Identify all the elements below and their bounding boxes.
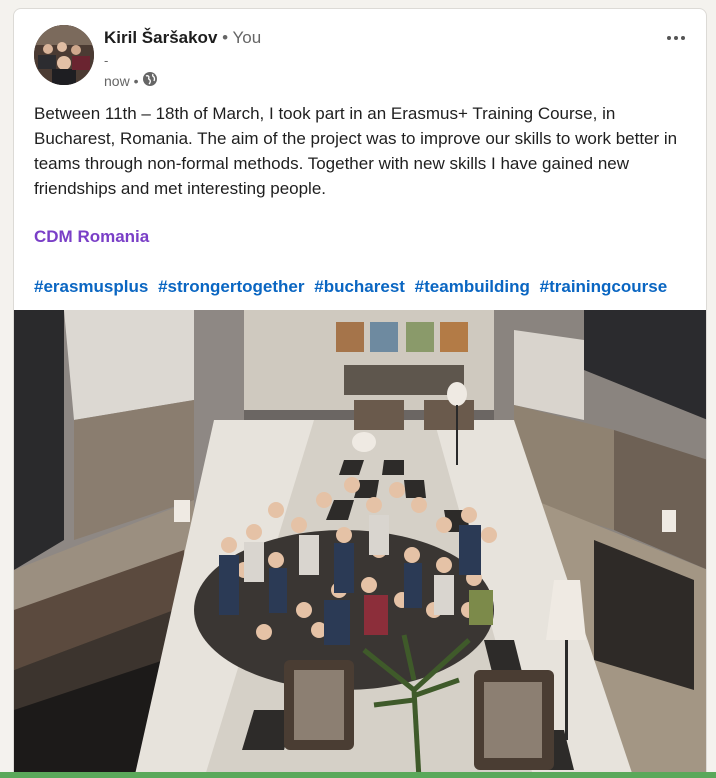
post-body: Between 11th – 18th of March, I took par… [34,104,678,198]
hashtag-link[interactable]: #bucharest [314,277,405,296]
author-name[interactable]: Kiril Šaršakov [104,28,217,47]
post-image[interactable] [14,310,706,777]
post-meta: now • [104,71,158,90]
hashtag-link[interactable]: #strongertogether [158,277,304,296]
avatar[interactable] [34,25,94,85]
more-options-button[interactable] [660,25,692,49]
hashtag-link[interactable]: #trainingcourse [540,277,668,296]
post-time: now • [104,72,139,89]
post-header: Kiril Šaršakov • You - now • [14,9,706,95]
author-relation: • You [222,28,262,47]
mention-link[interactable]: CDM Romania [34,227,149,247]
globe-icon [142,71,158,90]
hashtag-list: #erasmusplus #strongertogether #buchares… [34,277,672,297]
author-subtitle: - [104,53,109,68]
author-line[interactable]: Kiril Šaršakov • You [104,28,261,48]
hashtag-link[interactable]: #erasmusplus [34,277,148,296]
post-card: Kiril Šaršakov • You - now • Between 11t… [13,8,707,778]
ellipsis-icon [666,28,686,46]
hashtag-link[interactable]: #teambuilding [415,277,530,296]
group-photo [14,310,706,777]
bottom-accent-bar [0,772,716,778]
